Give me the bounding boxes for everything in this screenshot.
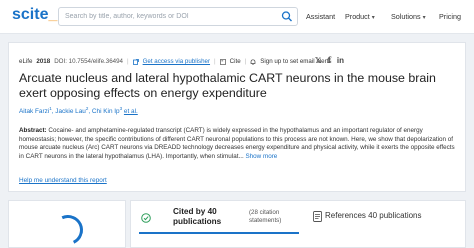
nav-assistant-label: Assistant xyxy=(306,12,336,21)
loading-spinner xyxy=(48,210,88,248)
help-understand-link[interactable]: Help me understand this report xyxy=(19,177,107,184)
doi: DOI: 10.7554/elife.36494 xyxy=(54,58,123,65)
document-icon xyxy=(313,211,322,222)
abstract-text: Cocaine- and amphetamine-regulated trans… xyxy=(19,127,455,160)
facebook-icon[interactable]: f xyxy=(327,55,330,65)
cite-button[interactable]: Cite xyxy=(230,58,241,65)
linkedin-icon[interactable]: in xyxy=(337,56,344,65)
quote-icon: " xyxy=(219,58,226,65)
top-navigation-bar: scite_ Assistant Product▾ Solutions▾ Pri… xyxy=(0,0,474,34)
nav-product-label: Product xyxy=(345,12,370,21)
article-card: eLife 2018 DOI: 10.7554/elife.36494 | Ge… xyxy=(8,42,466,192)
divider: | xyxy=(244,58,247,65)
nav-pricing-label: Pricing xyxy=(439,12,461,21)
author-list: Aitak Farzi1, Jackie Lau2, Chi Kin Ip3 e… xyxy=(19,106,138,116)
references-count: References 40 publications xyxy=(325,211,422,220)
author-link[interactable]: Chi Kin Ip3 xyxy=(92,106,122,115)
logo-text: scite xyxy=(12,6,49,23)
journal-name: eLife xyxy=(19,58,33,65)
article-meta: eLife 2018 DOI: 10.7554/elife.36494 | Ge… xyxy=(19,58,331,65)
cited-by-count: Cited by 40 publications xyxy=(173,207,222,226)
chevron-down-icon: ▾ xyxy=(422,15,426,21)
citation-statements-count: (28 citation statements) xyxy=(249,209,282,224)
divider: | xyxy=(127,58,129,65)
search-box xyxy=(58,7,298,26)
nav-solutions[interactable]: Solutions ▾ xyxy=(391,12,426,21)
show-more-link[interactable]: Show more xyxy=(245,153,277,160)
article-title: Arcuate nucleus and lateral hypothalamic… xyxy=(19,71,436,100)
author-link[interactable]: Jackie Lau2 xyxy=(55,106,88,115)
nav-assistant[interactable]: Assistant xyxy=(306,12,335,21)
scite-logo[interactable]: scite_ xyxy=(12,6,57,24)
loading-panel xyxy=(8,200,126,248)
svg-text:": " xyxy=(221,60,223,65)
citations-panel: Cited by 40 publications (28 citation st… xyxy=(130,200,466,248)
chevron-down-icon: ▾ xyxy=(371,15,375,21)
nav-pricing[interactable]: Pricing xyxy=(439,12,461,21)
tab-cited-by[interactable]: Cited by 40 publications (28 citation st… xyxy=(139,205,299,231)
tab-references[interactable]: References 40 publications xyxy=(309,205,461,231)
author-link[interactable]: Aitak Farzi1 xyxy=(19,106,52,115)
bell-icon xyxy=(250,58,256,65)
logo-underscore: _ xyxy=(48,6,58,23)
share-links: 𝕏 f in xyxy=(315,55,344,65)
citation-statement-icon xyxy=(141,213,151,223)
abstract: Abstract: Cocaine- and amphetamine-regul… xyxy=(19,127,457,161)
abstract-label: Abstract: xyxy=(19,127,47,134)
external-link-icon xyxy=(132,58,139,65)
nav-solutions-label: Solutions xyxy=(391,12,421,21)
active-tab-indicator xyxy=(139,232,299,234)
twitter-icon[interactable]: 𝕏 xyxy=(315,56,321,65)
divider: | xyxy=(214,58,216,65)
publication-year: 2018 xyxy=(36,58,51,65)
search-input[interactable] xyxy=(65,10,275,23)
search-button[interactable] xyxy=(279,10,295,23)
nav-product[interactable]: Product ▾ xyxy=(345,12,375,21)
get-access-link[interactable]: Get access via publisher xyxy=(143,58,210,65)
search-icon xyxy=(281,11,292,22)
more-authors-link[interactable]: et al. xyxy=(124,108,138,115)
